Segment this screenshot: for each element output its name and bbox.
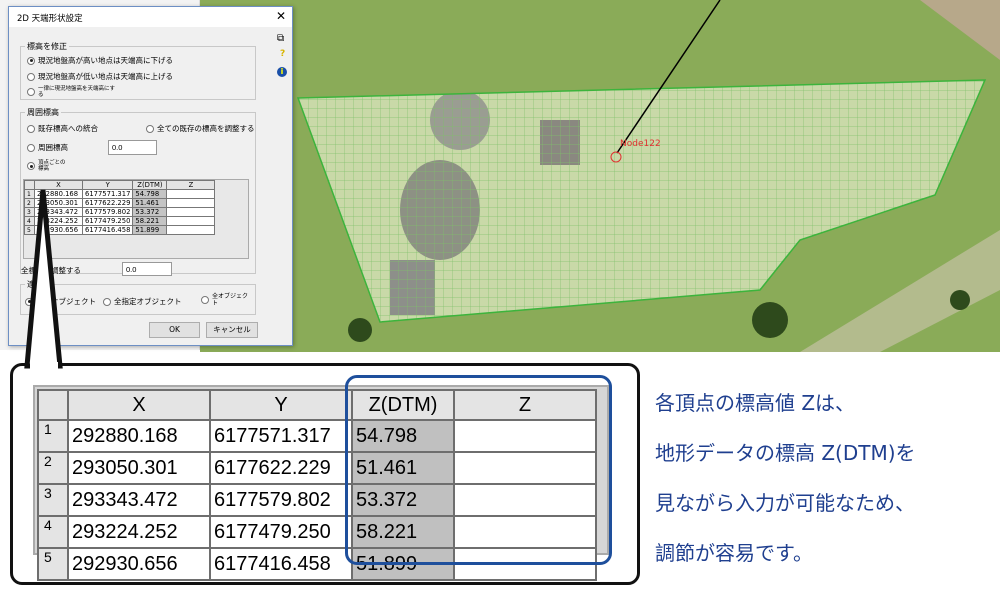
help-icon[interactable]: ?: [280, 49, 285, 59]
info-icon[interactable]: i: [277, 67, 287, 77]
group-modify-elevation: 標高を修正 現況地盤高が高い地点は天端高に下げる 現況地盤高が低い地点は天端高に…: [20, 41, 256, 100]
radio-perimeter-elevation[interactable]: 周囲標高: [27, 142, 68, 153]
cell-z-dtm: 51.899: [132, 225, 168, 235]
radio-vertex-elevation[interactable]: 頂点ごとの標高: [27, 160, 67, 172]
radio-merge-existing[interactable]: 既存標高への統合: [27, 123, 98, 134]
highlight-frame: [345, 375, 612, 565]
cell-x: 293343.472: [67, 483, 211, 517]
cell-y: 6177416.458: [209, 547, 353, 581]
copy-icon[interactable]: ⧉: [277, 33, 284, 44]
cell-z-dtm: 58.221: [132, 216, 168, 226]
adjust-all-input[interactable]: [122, 262, 172, 276]
title-bar[interactable]: 2D 天端形状設定 ✕: [9, 7, 292, 27]
cell-y: 6177571.317: [209, 419, 353, 453]
cell-y: 6177622.229: [209, 451, 353, 485]
ok-button[interactable]: OK: [149, 322, 200, 338]
group-label: 標高を修正: [25, 41, 69, 52]
note-line: 地形データの標高 Z(DTM)を: [655, 441, 916, 465]
row-number: 3: [37, 483, 69, 517]
cell-z[interactable]: [166, 225, 216, 235]
cell-z-dtm: 54.798: [132, 189, 168, 199]
dialog-title: 2D 天端形状設定: [17, 14, 83, 24]
cell-x: 293050.301: [67, 451, 211, 485]
radio-adjust-all-existing[interactable]: 全ての既存の標高を調整する: [146, 123, 255, 134]
group-label: 周囲標高: [25, 107, 61, 118]
row-number: 1: [37, 419, 69, 453]
cell-z-dtm: 53.372: [132, 207, 168, 217]
note-line: 調節が容易です。: [655, 541, 813, 565]
cell-z[interactable]: [166, 216, 216, 226]
radio-raise-to-crest[interactable]: 現況地盤高が低い地点は天端高に上げる: [27, 71, 173, 82]
note-line: 各頂点の標高値 Zは、: [655, 391, 856, 415]
cell-z[interactable]: [166, 207, 216, 217]
row-number: 4: [37, 515, 69, 549]
cancel-button[interactable]: キャンセル: [206, 322, 258, 338]
close-button[interactable]: ✕: [276, 9, 286, 23]
cell-x: 292930.656: [67, 547, 211, 581]
cell-x: 292880.168: [67, 419, 211, 453]
cell-y: 6177579.802: [209, 483, 353, 517]
cell-z[interactable]: [166, 189, 216, 199]
node-label: Node122: [620, 139, 661, 149]
cell-x: 293224.252: [67, 515, 211, 549]
radio-all-specified-objects[interactable]: 全指定オブジェクト: [103, 296, 182, 307]
radio-lower-to-crest[interactable]: 現況地盤高が高い地点は天端高に下げる: [27, 55, 173, 66]
aerial-map-view[interactable]: Node122: [200, 0, 1000, 352]
note-line: 見ながら入力が可能なため、: [655, 491, 915, 515]
cell-z[interactable]: [166, 198, 216, 208]
radio-all-objects[interactable]: 全オブジェクト: [201, 293, 253, 307]
cell-y: 6177479.250: [209, 515, 353, 549]
explanation-text: 各頂点の標高値 Zは、 地形データの標高 Z(DTM)を 見ながら入力が可能なた…: [655, 378, 916, 578]
perimeter-elevation-input[interactable]: [108, 140, 157, 155]
row-number: 5: [37, 547, 69, 581]
cell-z-dtm: 51.461: [132, 198, 168, 208]
radio-uniform-crest[interactable]: 一律に現況地盤高を天端高にする: [27, 86, 117, 98]
row-number: 2: [37, 451, 69, 485]
callout-pointer: [24, 189, 63, 370]
